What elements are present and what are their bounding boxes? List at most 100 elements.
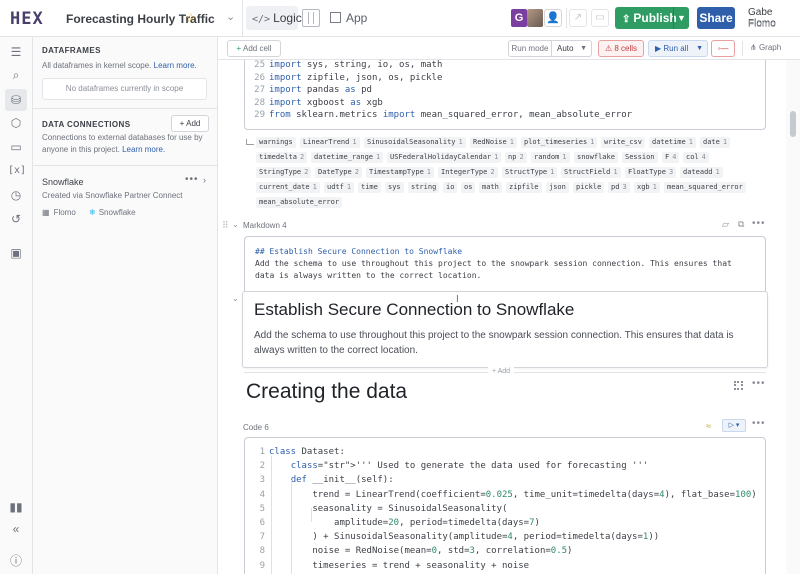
variable-chip[interactable]: json xyxy=(546,182,569,193)
comment-icon[interactable]: ▱ xyxy=(722,219,729,230)
chevron-right-icon[interactable]: › xyxy=(203,175,206,185)
variable-chip[interactable]: col 4 xyxy=(683,152,709,163)
cube-icon[interactable]: ⬡ xyxy=(8,115,24,131)
variable-ref-count: 2 xyxy=(299,153,305,161)
variable-chip[interactable]: LinearTrend 1 xyxy=(300,137,360,148)
variable-chip[interactable]: SinusoidalSeasonality 1 xyxy=(364,137,466,148)
variable-chip[interactable]: datetime_range 1 xyxy=(311,152,384,163)
variable-chip[interactable]: write_csv xyxy=(601,137,645,148)
chevron-down-icon[interactable]: ⌄ xyxy=(232,220,239,229)
variable-chip[interactable]: F4 xyxy=(662,152,680,163)
variable-chip[interactable]: sys xyxy=(385,182,404,193)
variable-chip[interactable]: random 1 xyxy=(531,152,570,163)
variable-ref-count: 4 xyxy=(672,153,677,161)
search-icon[interactable]: ⌕ xyxy=(8,67,24,83)
variable-chip[interactable]: USFederalHolidayCalendar 1 xyxy=(387,152,502,163)
grid-icon[interactable] xyxy=(734,381,743,390)
collapse-icon[interactable]: « xyxy=(8,521,24,537)
markdown-source-editor[interactable]: ## Establish Secure Connection to Snowfl… xyxy=(244,236,766,292)
scrollbar-thumb[interactable] xyxy=(790,111,796,137)
run-mode-select[interactable]: Auto ▼ xyxy=(552,40,592,57)
run-cell-button[interactable]: ▷ ▾ xyxy=(722,419,746,432)
learn-more-link[interactable]: Learn more. xyxy=(154,61,197,70)
hex-logo[interactable]: HEX xyxy=(10,9,44,29)
split-view-icon[interactable] xyxy=(302,9,320,27)
avatar-photo[interactable] xyxy=(527,9,543,27)
cells-error-badge[interactable]: ⚠ 8 cells xyxy=(598,40,644,57)
variable-name: FloatType xyxy=(628,168,666,176)
avatar[interactable]: G xyxy=(511,9,527,27)
variable-chip[interactable]: FloatType 3 xyxy=(625,167,677,178)
add-connection-button[interactable]: + Add xyxy=(171,115,209,132)
variable-chip[interactable]: StructField 1 xyxy=(561,167,621,178)
help-icon[interactable]: ⓘ xyxy=(8,553,24,569)
variable-chip[interactable]: udtf 1 xyxy=(324,182,355,193)
variable-chip[interactable]: io xyxy=(443,182,458,193)
variable-chip[interactable]: Session xyxy=(622,152,658,163)
variable-chip[interactable]: date 1 xyxy=(700,137,731,148)
variable-chip[interactable]: StructType 1 xyxy=(502,167,558,178)
more-icon[interactable]: ••• xyxy=(185,174,199,185)
variable-chip[interactable]: string xyxy=(408,182,440,193)
image-icon[interactable]: ▣ xyxy=(8,245,24,261)
variable-chip[interactable]: pd 3 xyxy=(608,182,630,193)
variable-chip[interactable]: zipfile xyxy=(506,182,542,193)
variable-chip[interactable]: snowflake xyxy=(574,152,618,163)
chevron-down-icon[interactable]: ⌄ xyxy=(226,10,235,23)
variable-chip[interactable]: IntegerType 2 xyxy=(438,167,498,178)
data-sources-icon[interactable]: ⛁ xyxy=(5,89,27,111)
markdown-rendered-preview[interactable]: Establish Secure Connection to Snowflake… xyxy=(242,291,768,368)
code-line: trend = LinearTrend(coefficient=0.025, t… xyxy=(269,489,757,500)
more-icon[interactable]: ••• xyxy=(752,218,766,229)
variable-chip[interactable]: current_date 1 xyxy=(256,182,320,193)
tab-logic[interactable]: </> Logic xyxy=(246,6,302,30)
variable-name: zipfile xyxy=(509,183,539,191)
copy-icon[interactable]: ⧉ xyxy=(738,219,744,230)
folder-icon[interactable]: ▭ xyxy=(8,139,24,155)
learn-more-link[interactable]: Learn more. xyxy=(122,145,165,154)
drag-handle-icon[interactable]: ⠿ xyxy=(222,220,229,231)
variable-chip[interactable]: os xyxy=(461,182,476,193)
variable-chip[interactable]: xgb 1 xyxy=(634,182,660,193)
outline-icon[interactable]: ☰ xyxy=(8,44,24,60)
more-icon[interactable]: ••• xyxy=(752,418,766,429)
share-button[interactable]: Share xyxy=(697,7,735,29)
variable-chip[interactable]: plot_timeseries 1 xyxy=(521,137,598,148)
status-bars-icon[interactable]: ▮▮ xyxy=(8,499,24,515)
person-icon[interactable]: 👤 xyxy=(544,9,562,27)
star-icon[interactable]: ☆ xyxy=(185,10,197,26)
share-arrow-icon[interactable]: ↗ xyxy=(569,9,587,27)
variable-chip[interactable]: pickle xyxy=(573,182,605,193)
chevron-down-icon[interactable]: ⌄ xyxy=(232,294,239,303)
variable-chip[interactable]: datetime 1 xyxy=(649,137,696,148)
variable-chip[interactable]: math xyxy=(479,182,502,193)
variable-chip[interactable]: DateType 2 xyxy=(315,167,362,178)
variable-chip[interactable]: timedelta 2 xyxy=(256,152,308,163)
connection-name[interactable]: Snowflake xyxy=(42,177,84,187)
variable-chip[interactable]: np 2 xyxy=(505,152,527,163)
variable-chip[interactable]: mean_absolute_error xyxy=(256,197,343,208)
stop-button[interactable]: ◦— xyxy=(711,40,735,57)
formula-icon[interactable]: ≈ xyxy=(706,421,711,431)
code-line: timeseries = trend + seasonality + noise xyxy=(269,560,530,571)
history-icon[interactable]: ↺ xyxy=(8,211,24,227)
monitor-icon[interactable]: ▭ xyxy=(591,9,609,27)
run-all-button[interactable]: ▶ Run all ▼ xyxy=(648,40,708,57)
add-cell-inline-button[interactable]: + Add xyxy=(488,367,514,377)
graph-button[interactable]: ⋔ Graph xyxy=(750,43,781,52)
variable-chip[interactable]: TimestampType 1 xyxy=(366,167,435,178)
variable-chip[interactable]: time xyxy=(358,182,381,193)
variable-chip[interactable]: RedNoise 1 xyxy=(470,137,517,148)
variable-chip[interactable]: StringType 2 xyxy=(256,167,312,178)
publish-button[interactable]: ⇪ Publish ▼ xyxy=(615,7,689,29)
variable-chip[interactable]: warnings xyxy=(256,137,296,148)
variables-icon[interactable]: [x] xyxy=(8,163,26,179)
variable-chip[interactable]: dateadd 1 xyxy=(680,167,723,178)
variable-chip[interactable]: mean_squared_error xyxy=(664,182,746,193)
more-icon[interactable]: ••• xyxy=(752,378,766,389)
chevron-down-icon[interactable]: ▼ xyxy=(673,7,689,29)
tab-app[interactable]: App xyxy=(330,11,367,25)
clock-icon[interactable]: ◷ xyxy=(8,187,24,203)
add-cell-button[interactable]: + Add cell xyxy=(227,40,281,57)
scrollbar[interactable] xyxy=(786,60,800,574)
